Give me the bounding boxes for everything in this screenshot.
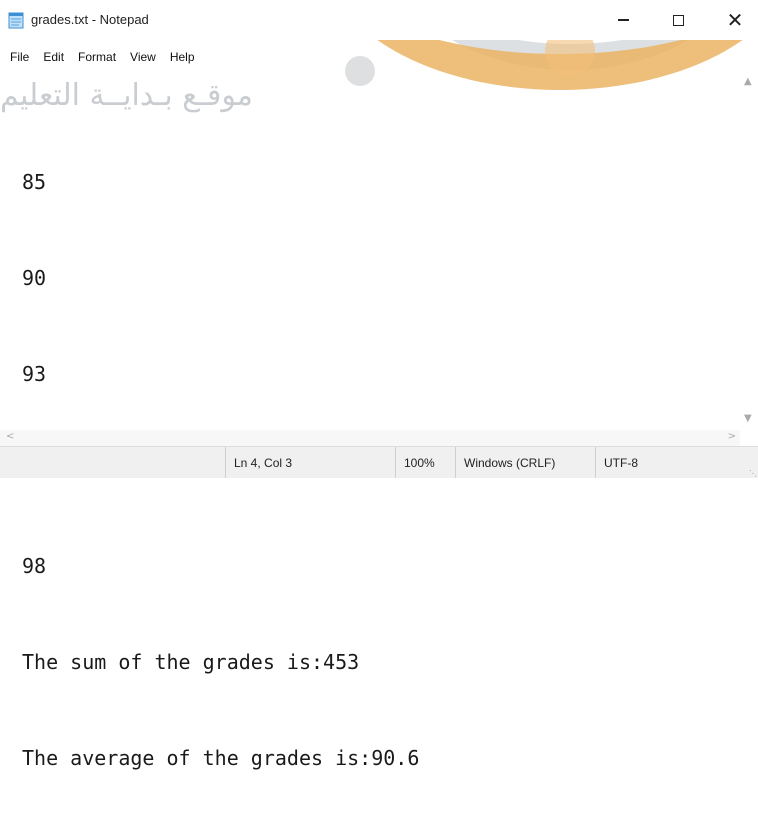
text-editor[interactable]: 85 90 93 87 98 The sum of the grades is:… <box>0 70 740 770</box>
status-encoding: UTF-8 <box>595 447 758 478</box>
chevron-right-icon[interactable]: > <box>728 431 736 442</box>
horizontal-scrollbar[interactable]: < > <box>0 430 740 446</box>
menu-edit[interactable]: Edit <box>35 50 70 64</box>
maximize-button[interactable] <box>655 0 701 40</box>
status-zoom: 100% <box>395 447 455 478</box>
menu-help[interactable]: Help <box>162 50 201 64</box>
editor-line: 85 <box>22 170 47 194</box>
close-icon: ✕ <box>726 8 744 32</box>
chevron-up-icon[interactable]: ▲ <box>744 76 752 87</box>
title-bar[interactable]: grades.txt - Notepad ✕ <box>0 0 758 40</box>
editor-line: 98 <box>22 554 47 578</box>
window-title: grades.txt - Notepad <box>31 12 149 27</box>
close-button[interactable]: ✕ <box>712 0 758 40</box>
vertical-scrollbar[interactable]: ▲ ▼ <box>740 70 758 430</box>
notepad-window: grades.txt - Notepad ✕ File Edit Format … <box>0 0 758 770</box>
minimize-button[interactable] <box>600 0 646 40</box>
menu-file[interactable]: File <box>0 50 35 64</box>
editor-line: 90 <box>22 266 47 290</box>
status-cursor-position: Ln 4, Col 3 <box>225 447 395 478</box>
editor-line: The sum of the grades is:453 <box>22 650 360 674</box>
menu-format[interactable]: Format <box>70 50 122 64</box>
minimize-icon <box>617 19 629 21</box>
status-bar: Ln 4, Col 3 100% Windows (CRLF) UTF-8 ⋱ <box>0 446 758 478</box>
resize-grip-icon[interactable]: ⋱ <box>749 469 757 478</box>
editor-line: The average of the grades is:90.6 <box>22 746 420 770</box>
menu-bar: File Edit Format View Help <box>0 44 201 70</box>
maximize-icon <box>672 14 684 26</box>
chevron-left-icon[interactable]: < <box>6 431 14 442</box>
status-line-ending: Windows (CRLF) <box>455 447 595 478</box>
menu-view[interactable]: View <box>122 50 162 64</box>
editor-line: 93 <box>22 362 47 386</box>
notepad-icon <box>8 12 24 29</box>
chevron-down-icon[interactable]: ▼ <box>744 413 752 424</box>
